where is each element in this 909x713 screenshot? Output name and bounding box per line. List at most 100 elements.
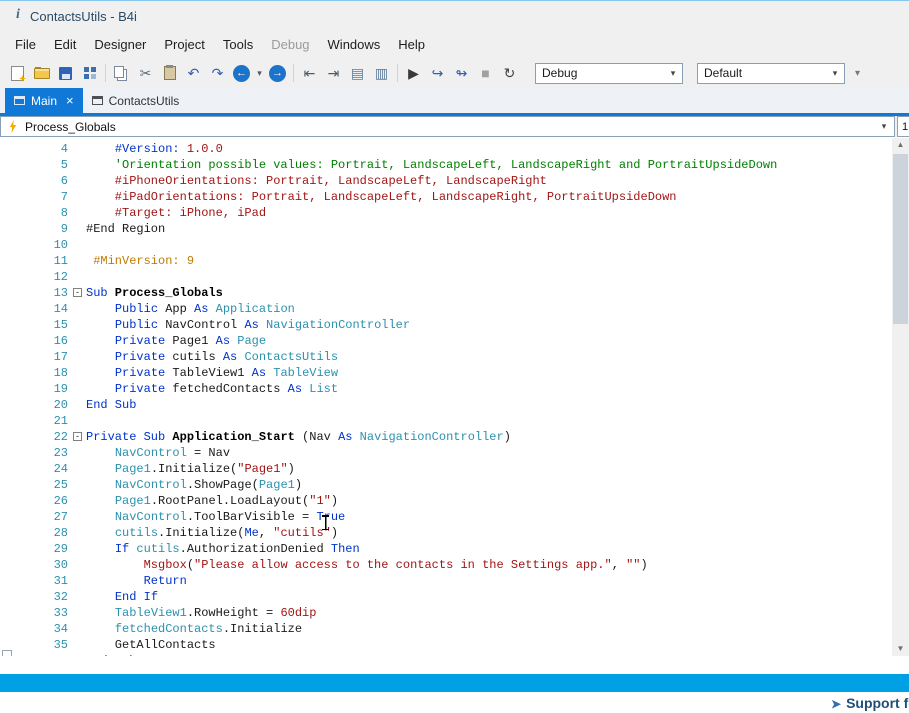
open-folder-icon[interactable]	[30, 62, 53, 84]
line-number: 30	[0, 557, 68, 573]
step-over-icon[interactable]: ↬	[450, 62, 473, 84]
tab-label: Main	[31, 94, 57, 108]
line-number: 34	[0, 621, 68, 637]
code-text: Page1.Initialize("Page1")	[86, 461, 295, 477]
tab-window-icon	[92, 96, 103, 105]
build-config-value: Default	[704, 66, 742, 80]
stop-icon[interactable]: ■	[474, 62, 497, 84]
code-text: Private fetchedContacts As List	[86, 381, 338, 397]
debug-mode-combo[interactable]: Debug ▾	[535, 63, 683, 84]
line-number: 9	[0, 221, 68, 237]
menu-help[interactable]: Help	[389, 33, 434, 56]
fold-column: -	[68, 429, 86, 445]
fold-column	[68, 301, 86, 317]
line-number: 33	[0, 605, 68, 621]
back-menu-caret-icon[interactable]: ▾	[254, 62, 265, 84]
copy-icon[interactable]	[110, 62, 133, 84]
line-number: 25	[0, 477, 68, 493]
code-text: #MinVersion: 9	[86, 253, 194, 269]
code-text: #Version: 1.0.0	[86, 141, 223, 157]
outdent-icon[interactable]: ⇤	[298, 62, 321, 84]
code-text: If cutils.AuthorizationDenied Then	[86, 541, 360, 557]
menu-tools[interactable]: Tools	[214, 33, 262, 56]
chevron-down-icon[interactable]: ▾	[827, 65, 843, 82]
fold-column	[68, 637, 86, 653]
toolbar-overflow-icon[interactable]: ▾	[855, 68, 860, 79]
tab-main[interactable]: Main ×	[5, 88, 83, 113]
ide-window: i ContactsUtils - B4i FileEditDesignerPr…	[0, 0, 909, 712]
arrow-icon: ➤	[831, 697, 841, 711]
code-lines: 4 #Version: 1.0.05 'Orientation possible…	[0, 141, 892, 656]
code-text: NavControl = Nav	[86, 445, 230, 461]
scroll-down-icon[interactable]: ▼	[892, 642, 909, 656]
code-editor[interactable]: 4 #Version: 1.0.05 'Orientation possible…	[0, 138, 892, 656]
code-line: 33 TableView1.RowHeight = 60dip	[0, 605, 892, 621]
undo-icon[interactable]: ↶	[182, 62, 205, 84]
code-text: NavControl.ShowPage(Page1)	[86, 477, 302, 493]
fold-column	[68, 589, 86, 605]
resume-icon[interactable]: ↪	[426, 62, 449, 84]
menu-edit[interactable]: Edit	[45, 33, 85, 56]
redo-icon[interactable]: ↷	[206, 62, 229, 84]
menu-file[interactable]: File	[6, 33, 45, 56]
code-line: 30 Msgbox("Please allow access to the co…	[0, 557, 892, 573]
chevron-down-icon[interactable]: ▾	[665, 65, 681, 82]
scrollbar-thumb[interactable]	[893, 154, 908, 324]
code-line: 20End Sub	[0, 397, 892, 413]
code-text: Public NavControl As NavigationControlle…	[86, 317, 410, 333]
sub-selector-combo[interactable]: Process_Globals ▾	[0, 116, 895, 137]
menu-debug[interactable]: Debug	[262, 33, 318, 56]
run-icon[interactable]: ▶	[402, 62, 425, 84]
bottom-panel: ➤Support for	[0, 692, 909, 713]
restart-icon[interactable]: ↻	[498, 62, 521, 84]
new-icon[interactable]	[6, 62, 29, 84]
code-text: Return	[86, 573, 187, 589]
code-line: 27 NavControl.ToolBarVisible = True	[0, 509, 892, 525]
fold-collapse-icon[interactable]: -	[73, 432, 82, 441]
code-line: 25 NavControl.ShowPage(Page1)	[0, 477, 892, 493]
fold-column	[68, 413, 86, 429]
line-number: 10	[0, 237, 68, 253]
code-text: #End Region	[86, 221, 165, 237]
code-text: #iPadOrientations: Portrait, LandscapeLe…	[86, 189, 677, 205]
tab-contactsutils[interactable]: ContactsUtils	[83, 88, 189, 113]
text-cursor-ibeam	[321, 515, 330, 530]
line-number: 18	[0, 365, 68, 381]
code-line: 17 Private cutils As ContactsUtils	[0, 349, 892, 365]
cut-icon[interactable]: ✂	[134, 62, 157, 84]
line-number: 13	[0, 285, 68, 301]
code-text: GetAllContacts	[86, 637, 216, 653]
code-line: 29 If cutils.AuthorizationDenied Then	[0, 541, 892, 557]
save-icon[interactable]	[54, 62, 77, 84]
chevron-down-icon[interactable]: ▾	[876, 118, 892, 135]
side-value-box[interactable]: 1	[897, 116, 909, 137]
fold-collapse-icon[interactable]: -	[73, 288, 82, 297]
fold-column	[68, 349, 86, 365]
scroll-up-icon[interactable]: ▲	[892, 138, 909, 152]
code-text: Sub Process_Globals	[86, 285, 223, 301]
fold-column	[68, 477, 86, 493]
comment-icon[interactable]: ▤	[346, 62, 369, 84]
vertical-scrollbar[interactable]: ▲ ▼	[892, 138, 909, 656]
code-text: 'Orientation possible values: Portrait, …	[86, 157, 777, 173]
forward-icon[interactable]: →	[269, 65, 286, 82]
code-text: cutils.Initialize(Me, "cutils")	[86, 525, 338, 541]
line-number: 22	[0, 429, 68, 445]
uncomment-icon[interactable]: ▥	[370, 62, 393, 84]
indent-icon[interactable]: ⇥	[322, 62, 345, 84]
code-line: 5 'Orientation possible values: Portrait…	[0, 157, 892, 173]
menu-windows[interactable]: Windows	[319, 33, 390, 56]
menu-project[interactable]: Project	[155, 33, 213, 56]
code-line: 21	[0, 413, 892, 429]
menu-designer[interactable]: Designer	[85, 33, 155, 56]
support-link[interactable]: ➤Support for	[831, 695, 909, 711]
fold-column	[68, 525, 86, 541]
close-icon[interactable]: ×	[66, 96, 74, 106]
menubar: FileEditDesignerProjectToolsDebugWindows…	[0, 31, 909, 58]
toolbar-separator	[293, 64, 294, 82]
line-number: 17	[0, 349, 68, 365]
back-icon[interactable]: ←	[233, 65, 250, 82]
build-config-combo[interactable]: Default ▾	[697, 63, 845, 84]
modules-icon[interactable]	[78, 62, 101, 84]
paste-icon[interactable]	[158, 62, 181, 84]
